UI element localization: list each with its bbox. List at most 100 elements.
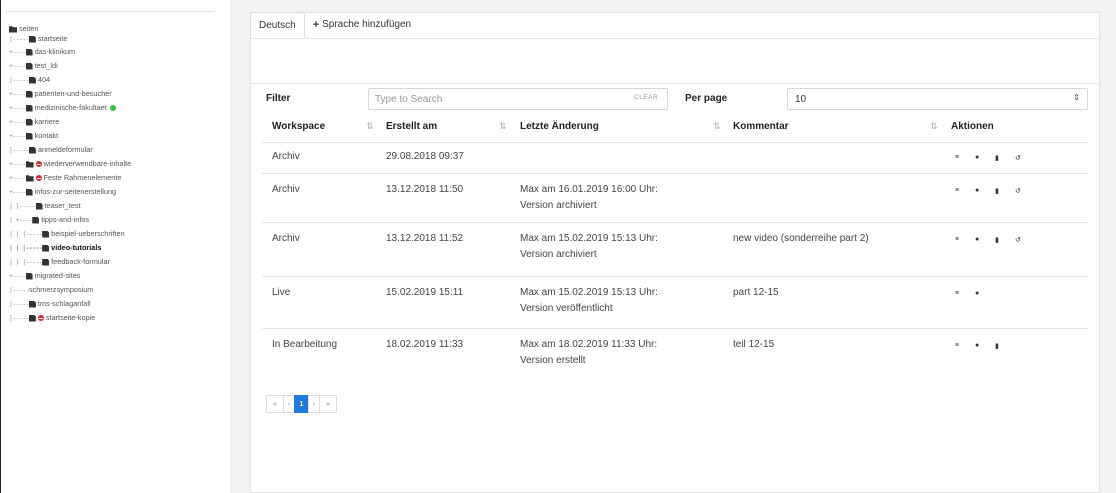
tree-node[interactable]: |----- anmeldeformular (9, 144, 93, 156)
trash-icon[interactable]: ▮ (995, 342, 999, 350)
tree-node[interactable]: | | |----- video-tutorials (9, 242, 101, 254)
tree-node[interactable]: +---- wiederverwendbare-inhalte (9, 158, 131, 170)
tree-node[interactable]: +---- medizinische-fakultaet (9, 102, 116, 114)
tree-connector: +---- (9, 132, 26, 140)
tree-connector: |----- (9, 35, 29, 43)
tree-node-label: startseite-kopie (45, 313, 96, 322)
page-icon (35, 202, 43, 210)
tree-node[interactable]: |----- 404 (9, 74, 50, 86)
tree-connector: +---- (9, 104, 26, 112)
cell-change-status: Version archiviert (520, 200, 597, 211)
tree-node[interactable]: +---- infos-zur-seitenerstellung (9, 186, 116, 198)
eye-icon[interactable]: ● (975, 290, 979, 297)
tree-connector: +---- (9, 160, 26, 168)
tree-node-label: 404 (37, 75, 51, 84)
tree-node-label: kontakt (34, 131, 59, 140)
trash-icon[interactable]: ▮ (995, 236, 999, 244)
tree-node-label: patienten-und-besucher (34, 89, 112, 98)
add-language-tab[interactable]: + Sprache hinzufügen (305, 12, 419, 38)
tree-connector: +---- (9, 62, 26, 70)
tree-connector: |----- (9, 76, 29, 84)
sort-icon[interactable]: ⇅ (366, 121, 374, 132)
eye-icon[interactable]: ● (975, 342, 979, 349)
tree-node[interactable]: +---- das-klinikum (9, 46, 75, 58)
tree-connector: | +---- (9, 216, 33, 224)
sort-icon[interactable]: ⇅ (713, 121, 721, 132)
first-page-button[interactable]: « (266, 395, 284, 413)
header-actions: Aktionen (951, 121, 994, 132)
select-arrows-icon: ⇕ (1073, 93, 1080, 102)
tree-node-label: startseite (37, 34, 68, 43)
row-divider (262, 173, 1088, 174)
tree-node[interactable]: | +---- tipps-and-infos (9, 214, 89, 226)
list-icon[interactable]: ≡ (955, 154, 959, 161)
tree-node-label: beispiel-ueberschriften (51, 229, 125, 238)
tree-node-label: das-klinikum (34, 47, 76, 56)
tree-node-label: feedback-formular (51, 257, 110, 266)
tree-node[interactable]: |----- schmerzsymposium (9, 284, 93, 296)
eye-icon[interactable]: ● (975, 236, 979, 243)
cell-change-status: Version veröffentlicht (520, 303, 613, 314)
eye-icon[interactable]: ● (975, 187, 979, 194)
page-icon (28, 300, 36, 308)
header-created[interactable]: Erstellt am (386, 121, 437, 132)
tree-connector: +---- (9, 48, 26, 56)
header-last-change[interactable]: Letzte Änderung (520, 121, 599, 132)
list-icon[interactable]: ≡ (955, 187, 959, 194)
page-icon (25, 104, 33, 112)
sort-icon[interactable]: ⇅ (930, 121, 938, 132)
tree-node[interactable]: +---- test_ldi (9, 60, 58, 72)
tree-connector: +---- (9, 90, 26, 98)
tree-node-label: migrated-sites (34, 271, 81, 280)
revert-icon[interactable]: ↺ (1015, 154, 1021, 162)
page-tree-sidebar: seiten |----- startseite +---- das-klinikum +… (0, 0, 230, 493)
tree-node[interactable]: +---- Feste Rahmenelemente (9, 172, 121, 184)
page-icon (28, 35, 36, 43)
clear-button[interactable]: CLEAR (634, 94, 658, 101)
list-icon[interactable]: ≡ (955, 290, 959, 297)
header-comment[interactable]: Kommentar (733, 121, 789, 132)
tree-node-label: video-tutorials (51, 243, 102, 252)
online-status-icon (109, 105, 116, 111)
search-input[interactable]: Type to Search (368, 88, 668, 110)
tree-node-label: tms-schlaganfall (37, 299, 91, 308)
add-language-label: Sprache hinzufügen (322, 19, 412, 30)
cell-created: 13.12.2018 11:52 (386, 233, 464, 244)
revert-icon[interactable]: ↺ (1015, 236, 1021, 244)
hidden-status-icon (35, 175, 42, 181)
list-icon[interactable]: ≡ (955, 342, 959, 349)
tree-node[interactable]: | |----- teaser_test (9, 200, 81, 212)
cell-workspace: In Bearbeitung (272, 339, 338, 350)
tree-connector: +---- (9, 118, 26, 126)
tree-node[interactable]: | | |----- feedback-formular (9, 256, 110, 268)
page-1-button[interactable]: 1 (294, 395, 309, 413)
plus-icon: + (312, 19, 320, 31)
tree-node[interactable]: |----- tms-schlaganfall (9, 298, 91, 310)
list-icon[interactable]: ≡ (955, 236, 959, 243)
tree-node[interactable]: |----- startseite-kopie (9, 312, 95, 324)
tree-node[interactable]: | | |----- beispiel-ueberschriften (9, 228, 125, 240)
page-icon (42, 244, 50, 252)
tree-connector: | | |----- (9, 258, 43, 266)
cell-comment: teil 12-15 (733, 339, 775, 350)
tree-node[interactable]: +---- karriere (9, 116, 59, 128)
cell-change-status: Version archiviert (520, 249, 597, 260)
eye-icon[interactable]: ● (975, 154, 979, 161)
tree-node[interactable]: |----- startseite (9, 33, 68, 45)
sidebar-edge (0, 0, 1, 493)
page-icon (25, 132, 33, 140)
revert-icon[interactable]: ↺ (1015, 187, 1021, 195)
page-icon (25, 272, 33, 280)
tab-deutsch[interactable]: Deutsch (250, 12, 305, 38)
trash-icon[interactable]: ▮ (995, 187, 999, 195)
sort-icon[interactable]: ⇅ (499, 121, 507, 132)
tree-node[interactable]: +---- migrated-sites (9, 270, 80, 282)
per-page-select[interactable]: 10 ⇕ (787, 88, 1088, 110)
tree-connector: |----- (9, 314, 29, 322)
tree-node[interactable]: +---- patienten-und-besucher (9, 88, 112, 100)
tree-node[interactable]: +---- kontakt (9, 130, 58, 142)
header-workspace[interactable]: Workspace (272, 121, 325, 132)
per-page-label: Per page (685, 93, 728, 104)
trash-icon[interactable]: ▮ (995, 154, 999, 162)
last-page-button[interactable]: » (319, 395, 337, 413)
